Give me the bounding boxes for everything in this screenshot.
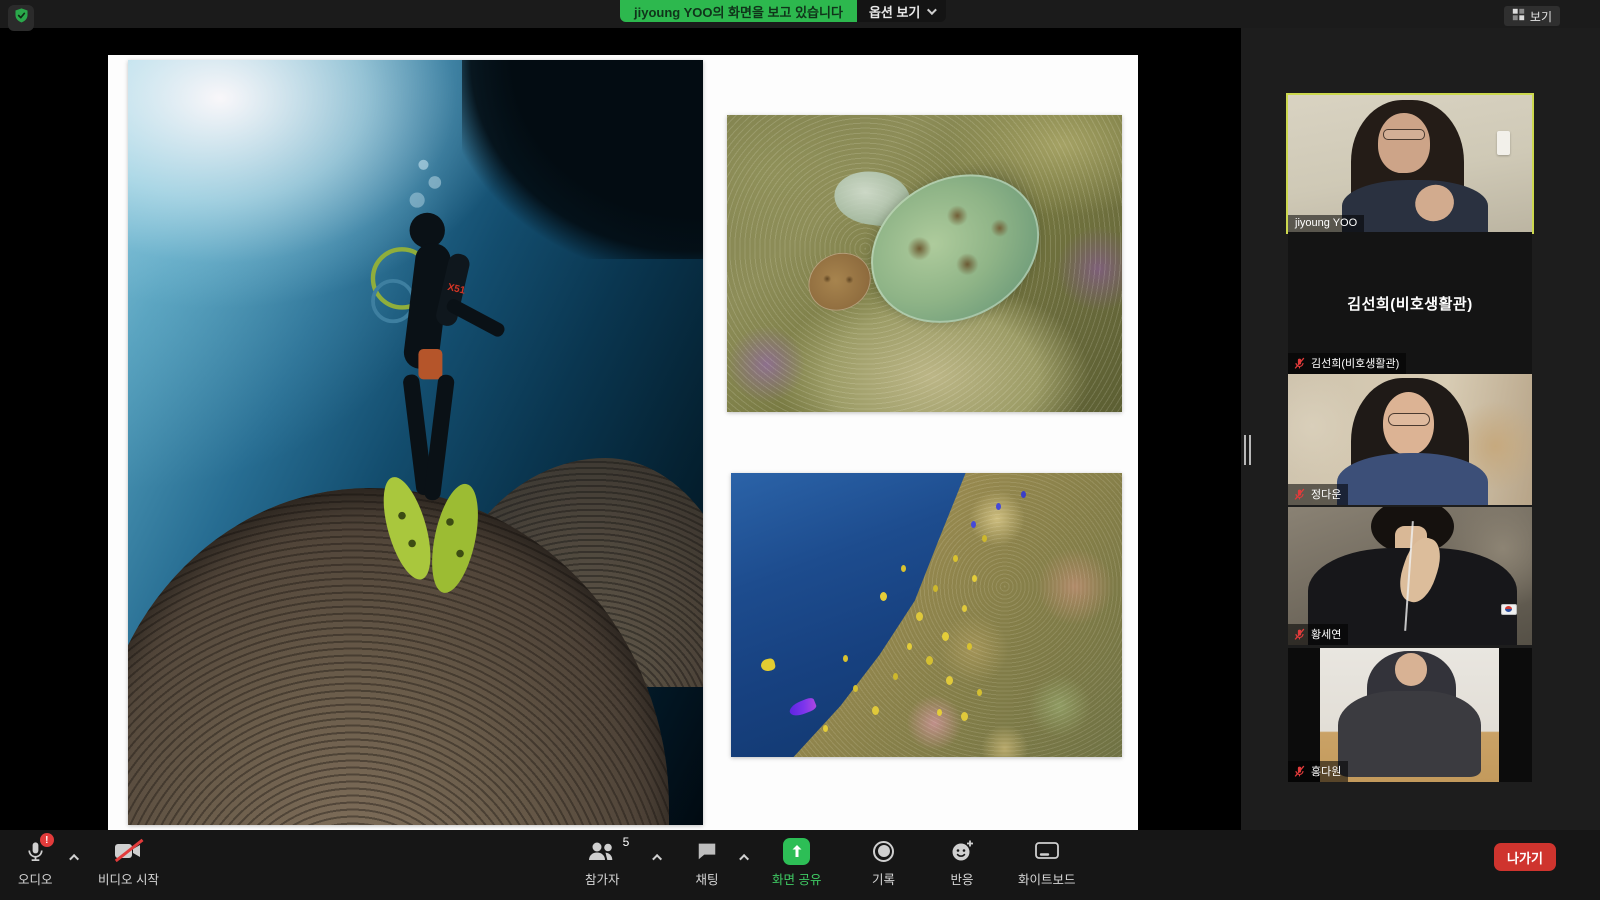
participants-options-caret[interactable] [655, 848, 662, 866]
meeting-toolbar: ! 오디오 비디오 시작 5 참가자 채팅 [0, 830, 1600, 900]
participant-body [1337, 453, 1488, 505]
participant-name: 황세연 [1311, 626, 1341, 642]
participants-label: 참가자 [585, 869, 620, 888]
view-options-button[interactable]: 옵션 보기 [857, 0, 946, 22]
screen-share-banner: jiyoung YOO의 화면을 보고 있습니다 옵션 보기 [620, 0, 946, 22]
name-tag: 김선희(비호생활관) [1288, 353, 1406, 374]
muted-mic-icon [1293, 488, 1306, 501]
share-screen-icon [783, 838, 810, 865]
whiteboard-button[interactable]: 화이트보드 [1018, 838, 1076, 888]
participant-face [1395, 653, 1427, 685]
chat-options-caret[interactable] [742, 848, 749, 866]
camera-off-icon [114, 838, 142, 864]
participant-name: 정다운 [1311, 486, 1341, 502]
glasses [1383, 129, 1424, 140]
chat-icon [695, 838, 719, 864]
zoom-meeting-window: jiyoung YOO의 화면을 보고 있습니다 옵션 보기 보기 [0, 0, 1600, 900]
participant-name: 김선희(비호생활관) [1311, 355, 1399, 371]
purple-fish [788, 696, 818, 718]
mic-icon: ! [24, 838, 47, 864]
reactions-button[interactable]: 반응 [950, 838, 974, 888]
record-icon [873, 838, 894, 864]
security-button[interactable] [8, 5, 34, 31]
participant-body [1338, 691, 1481, 777]
audio-button[interactable]: ! 오디오 [18, 838, 53, 888]
participant-name-center: 김선희(비호생활관) [1347, 293, 1472, 314]
participants-button[interactable]: 5 참가자 [585, 838, 620, 888]
shared-screen-stage: X51 [0, 28, 1241, 830]
participant-name: 홍다원 [1311, 763, 1341, 779]
view-options-label: 옵션 보기 [869, 2, 920, 21]
glasses [1388, 413, 1429, 426]
muted-mic-icon [1293, 765, 1306, 778]
yellow-fish [760, 658, 776, 673]
shared-slide: X51 [108, 55, 1138, 830]
leave-button[interactable]: 나가기 [1494, 843, 1556, 871]
panel-resize-handle[interactable] [1244, 435, 1252, 465]
name-tag: 홍다원 [1288, 761, 1348, 782]
whiteboard-icon [1034, 838, 1060, 864]
reactions-label: 반응 [950, 869, 973, 888]
chat-button[interactable]: 채팅 [695, 838, 719, 888]
reactions-icon [950, 838, 974, 864]
audio-options-caret[interactable] [72, 848, 79, 866]
whiteboard-label: 화이트보드 [1018, 869, 1076, 888]
fish-school [731, 473, 736, 480]
audio-label: 오디오 [18, 869, 53, 888]
top-bar: jiyoung YOO의 화면을 보고 있습니다 옵션 보기 보기 [0, 0, 1600, 28]
participant-face [1378, 113, 1429, 173]
record-button[interactable]: 기록 [872, 838, 895, 888]
video-tile-jiyoung[interactable]: jiyoung YOO [1288, 95, 1532, 232]
video-tile-jung[interactable]: 정다운 [1288, 374, 1532, 505]
record-label: 기록 [872, 869, 895, 888]
coral-reef-wall [731, 473, 1122, 757]
view-button[interactable]: 보기 [1504, 6, 1560, 26]
video-label: 비디오 시작 [98, 869, 159, 888]
muted-mic-icon [1293, 357, 1306, 370]
participants-icon: 5 [587, 838, 617, 864]
audio-alert-badge: ! [40, 833, 54, 847]
muted-mic-icon [1293, 628, 1306, 641]
diver-photo: X51 [128, 60, 703, 825]
scuba-diver-silhouette: X51 [295, 137, 560, 642]
video-tile-kim[interactable]: 김선희(비호생활관) 김선희(비호생활관) [1288, 232, 1532, 374]
chat-label: 채팅 [695, 869, 718, 888]
video-button[interactable]: 비디오 시작 [98, 838, 159, 888]
name-tag: 황세연 [1288, 624, 1348, 645]
banner-text: jiyoung YOO의 화면을 보고 있습니다 [620, 0, 857, 22]
participant-name: jiyoung YOO [1295, 217, 1357, 229]
participants-count: 5 [623, 835, 630, 849]
turtle-head [798, 242, 881, 322]
shield-check-icon [13, 7, 30, 29]
view-button-label: 보기 [1530, 8, 1552, 25]
main-area: X51 [0, 28, 1600, 830]
turtle-photo [727, 115, 1122, 412]
video-tile-hwang[interactable]: 황세연 [1288, 507, 1532, 645]
share-screen-button[interactable]: 화면 공유 [772, 838, 821, 888]
light-switch [1497, 131, 1510, 155]
video-tile-hong[interactable]: 홍다원 [1288, 648, 1532, 782]
participants-panel: jiyoung YOO 김선희(비호생활관) 김선희(비호생활관) [1241, 28, 1600, 830]
chevron-down-icon [927, 5, 937, 15]
grid-view-icon [1512, 8, 1525, 24]
share-screen-label: 화면 공유 [772, 869, 821, 888]
name-tag: jiyoung YOO [1288, 215, 1364, 232]
name-tag: 정다운 [1288, 484, 1348, 505]
reef-photo [731, 473, 1122, 757]
sea-turtle [781, 128, 1068, 386]
korea-flag-patch [1501, 604, 1517, 615]
